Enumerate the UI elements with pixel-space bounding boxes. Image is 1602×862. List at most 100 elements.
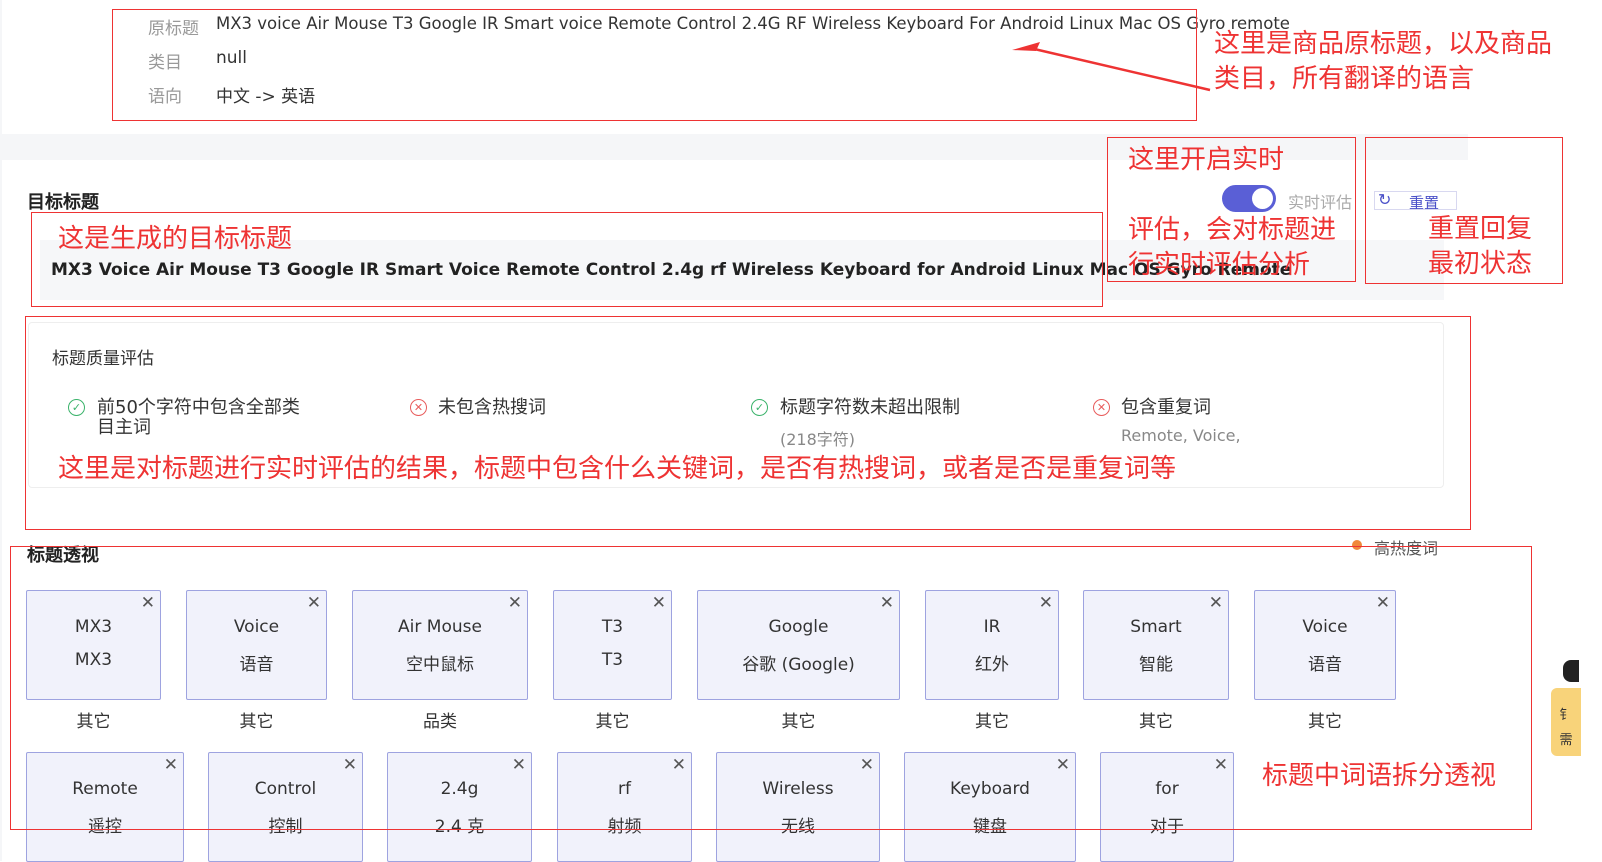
- close-icon[interactable]: ✕: [1209, 593, 1223, 613]
- perspective-heading: 标题透视: [27, 545, 99, 566]
- eval-item-length: 标题字符数未超出限制: [780, 397, 960, 418]
- close-icon[interactable]: ✕: [1056, 755, 1070, 775]
- word-chip[interactable]: ✕ Control 控制: [208, 752, 363, 862]
- close-icon[interactable]: ✕: [860, 755, 874, 775]
- word-chip-en: Voice: [233, 617, 280, 637]
- word-chip[interactable]: ✕ T3 T3: [553, 590, 672, 700]
- category-value: null: [216, 48, 247, 68]
- word-chip[interactable]: ✕ for 对于: [1100, 752, 1234, 862]
- annotation-generated-title: 这是生成的目标标题: [58, 224, 293, 254]
- word-chip-en: Keyboard: [950, 779, 1030, 799]
- annotation-original-title-line2: 类目，所有翻译的语言: [1214, 64, 1475, 94]
- word-chip-zh: 智能: [1139, 655, 1173, 675]
- close-icon[interactable]: ✕: [508, 593, 522, 613]
- realtime-eval-label: 实时评估: [1288, 193, 1353, 212]
- refresh-icon: ↻: [1378, 190, 1392, 209]
- annotation-reset-line1: 重置回复: [1428, 214, 1533, 244]
- word-chip-zh: 语音: [1308, 655, 1342, 675]
- close-icon[interactable]: ✕: [343, 755, 357, 775]
- eval-item-hot-words: 未包含热搜词: [438, 397, 546, 418]
- side-widget-handle[interactable]: [1563, 660, 1579, 682]
- close-icon[interactable]: ✕: [164, 755, 178, 775]
- word-chip-zh: 红外: [975, 655, 1009, 675]
- word-chip-category: 其它: [76, 712, 111, 732]
- word-chip-en: 2.4g: [440, 779, 479, 799]
- close-icon[interactable]: ✕: [672, 755, 686, 775]
- check-circle-icon: ✓: [68, 399, 85, 416]
- word-chip-en: IR: [983, 617, 1001, 637]
- eval-item-text: 前50个字符中包含全部类: [97, 397, 300, 418]
- word-chip-en: Remote: [72, 779, 138, 799]
- annotation-realtime-line2: 评估，会对标题进: [1128, 215, 1337, 245]
- word-chip-zh: 射频: [607, 817, 642, 837]
- word-chip-category: 其它: [595, 712, 630, 732]
- word-chip-en: Wireless: [762, 779, 834, 799]
- word-chip[interactable]: ✕ Remote 遥控: [26, 752, 184, 862]
- target-title-text: MX3 Voice Air Mouse T3 Google IR Smart V…: [51, 260, 1292, 280]
- close-icon[interactable]: ✕: [1214, 755, 1228, 775]
- word-chip-category: 其它: [1139, 712, 1173, 732]
- annotation-arrow: [1012, 42, 1211, 92]
- language-value: 中文 -> 英语: [216, 87, 316, 107]
- reset-label: 重置: [1409, 194, 1440, 212]
- word-chip-category: 其它: [781, 712, 816, 732]
- category-label: 类目: [148, 53, 182, 73]
- word-chip-zh: 控制: [268, 817, 303, 837]
- word-chip[interactable]: ✕ Voice 语音: [1254, 590, 1396, 700]
- word-chip-zh: 空中鼠标: [406, 655, 474, 675]
- eval-item-duplicates-words: Remote, Voice,: [1121, 426, 1241, 445]
- close-icon[interactable]: ✕: [307, 593, 321, 613]
- eval-item-duplicates: 包含重复词: [1121, 397, 1211, 418]
- close-icon[interactable]: ✕: [141, 593, 155, 613]
- word-chip[interactable]: ✕ Smart 智能: [1083, 590, 1229, 700]
- close-icon[interactable]: ✕: [652, 593, 666, 613]
- right-strip: [1468, 0, 1602, 861]
- word-chip-zh: 对于: [1150, 817, 1184, 837]
- reset-button[interactable]: ↻ 重置: [1374, 190, 1457, 212]
- side-widget[interactable]: 钅 需: [1551, 688, 1581, 756]
- word-chip-zh: 谷歌 (Google): [742, 655, 855, 675]
- word-chip-zh: 键盘: [973, 817, 1007, 837]
- language-label: 语向: [148, 87, 182, 107]
- word-chip-category: 其它: [239, 712, 274, 732]
- word-chip[interactable]: ✕ rf 射频: [557, 752, 692, 862]
- original-title-label: 原标题: [148, 19, 199, 39]
- hot-word-legend-label: 高热度词: [1374, 539, 1439, 558]
- word-chip[interactable]: ✕ Keyboard 键盘: [904, 752, 1076, 862]
- word-chip[interactable]: ✕ MX3 MX3: [26, 590, 161, 700]
- realtime-eval-toggle[interactable]: [1222, 185, 1276, 212]
- word-chip[interactable]: ✕ Google 谷歌 (Google): [697, 590, 900, 700]
- word-chip[interactable]: ✕ Voice 语音: [186, 590, 327, 700]
- annotation-evaluation: 这里是对标题进行实时评估的结果，标题中包含什么关键词，是否有热搜词，或者是否是重…: [58, 454, 1177, 484]
- check-circle-icon: ✓: [751, 399, 768, 416]
- word-chip-en: Voice: [1302, 617, 1348, 637]
- hot-word-legend-dot: [1352, 540, 1362, 550]
- side-widget-text: 需: [1559, 733, 1573, 748]
- word-chip[interactable]: ✕ 2.4g 2.4 克: [387, 752, 532, 862]
- annotation-perspective: 标题中词语拆分透视: [1262, 761, 1497, 791]
- eval-item-length-count: (218字符): [780, 430, 856, 449]
- word-chip-category: 品类: [423, 712, 457, 732]
- annotation-reset-line2: 最初状态: [1428, 249, 1533, 279]
- word-chip-en: Smart: [1130, 617, 1182, 637]
- annotation-original-title-line1: 这里是商品原标题，以及商品: [1214, 29, 1553, 59]
- word-chip-zh: 遥控: [88, 817, 122, 837]
- close-icon[interactable]: ✕: [880, 593, 894, 613]
- word-chip-zh: 语音: [239, 655, 274, 675]
- word-chip-category: 其它: [1308, 712, 1342, 732]
- target-title-heading: 目标标题: [27, 192, 99, 213]
- toggle-knob: [1252, 188, 1273, 209]
- close-icon[interactable]: ✕: [1039, 593, 1053, 613]
- arrow-shaft: [1029, 46, 1211, 92]
- word-chip[interactable]: ✕ Air Mouse 空中鼠标: [352, 590, 528, 700]
- evaluation-heading: 标题质量评估: [52, 349, 154, 369]
- word-chip-en: Control: [254, 779, 317, 799]
- x-circle-icon: ✕: [1093, 399, 1110, 416]
- original-title-value: MX3 voice Air Mouse T3 Google IR Smart v…: [216, 14, 1290, 33]
- close-icon[interactable]: ✕: [1376, 593, 1390, 613]
- word-chip-en: for: [1155, 779, 1179, 799]
- word-chip[interactable]: ✕ IR 红外: [925, 590, 1059, 700]
- close-icon[interactable]: ✕: [512, 755, 526, 775]
- word-chip-en: Google: [768, 617, 829, 637]
- word-chip[interactable]: ✕ Wireless 无线: [716, 752, 880, 862]
